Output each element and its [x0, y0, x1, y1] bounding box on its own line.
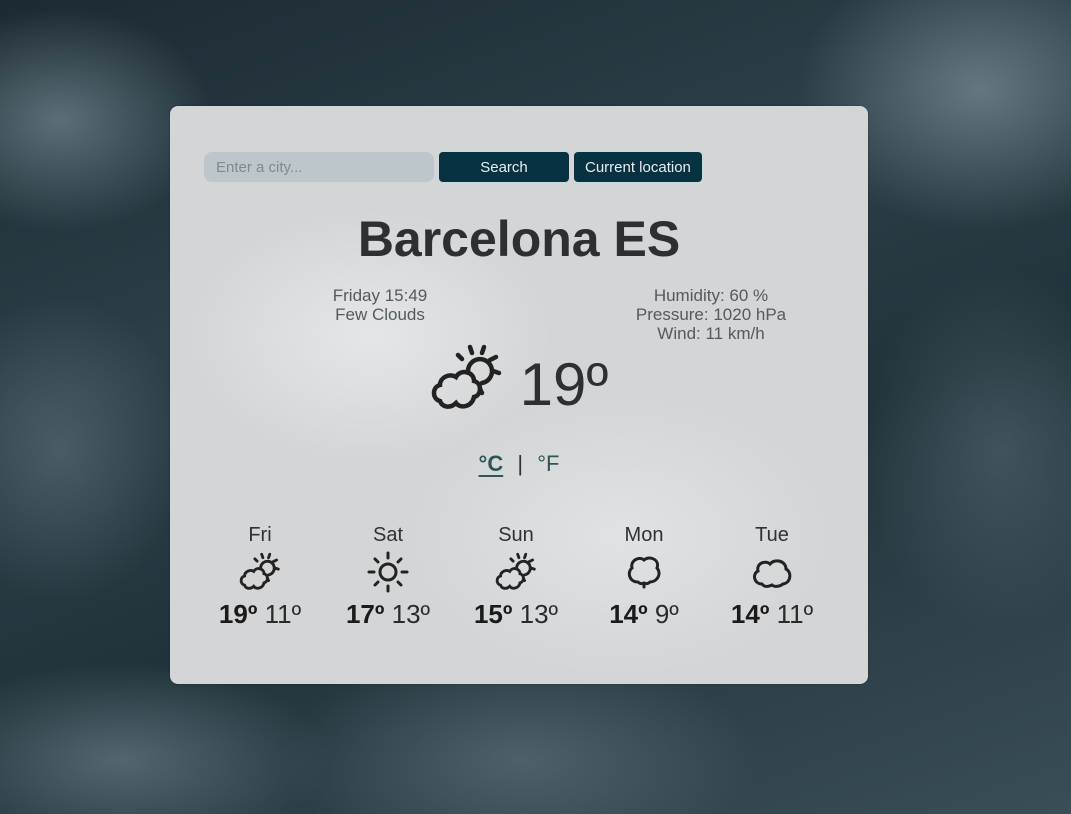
forecast-day-name: Sun [498, 524, 534, 546]
forecast-high: 14º [730, 599, 770, 629]
humidity: Humidity: 60 % [653, 286, 769, 305]
date-time: Friday 15:49 [332, 286, 428, 305]
unit-toggle: °C | °F [170, 451, 868, 477]
partly-cloudy-icon [430, 343, 504, 418]
weather-card: Search Current location Barcelona ES Fri… [170, 106, 868, 684]
forecast-low: 13º [391, 599, 431, 629]
current-location-button[interactable]: Current location [574, 152, 702, 182]
cloud-icon [708, 549, 836, 595]
forecast-day: Mon 14º 9º [580, 524, 708, 630]
forecast-temps: 17º 13º [324, 599, 452, 630]
current-temperature: 19º [519, 351, 609, 418]
forecast-high: 19º [218, 599, 258, 629]
forecast-temps: 14º 9º [580, 599, 708, 630]
city-search-input[interactable] [204, 152, 434, 182]
forecast-low: 9º [654, 599, 679, 629]
forecast-day: Sun 15º 13º [452, 524, 580, 630]
forecast-low: 11º [776, 599, 814, 629]
wind: Wind: 11 km/h [657, 324, 765, 343]
weather-stats: Humidity: 60 % Pressure: 1020 hPa Wind: … [611, 286, 811, 343]
forecast-low: 13º [519, 599, 559, 629]
partly-cloudy-icon [452, 549, 580, 595]
forecast-high: 15º [473, 599, 513, 629]
forecast-high: 17º [345, 599, 385, 629]
current-weather: 19º [170, 342, 868, 419]
cloud-rain-drop-icon [580, 549, 708, 595]
forecast-high: 14º [609, 599, 648, 629]
unit-separator: | [517, 451, 524, 476]
forecast-day: Fri 19º 11º [196, 524, 324, 630]
fahrenheit-link[interactable]: °F [537, 451, 559, 476]
forecast-day: Sat 17º 13º [324, 524, 452, 630]
celsius-link[interactable]: °C [479, 451, 504, 476]
search-button[interactable]: Search [439, 152, 569, 182]
date-description: Friday 15:49 Few Clouds [280, 286, 480, 324]
forecast-day-name: Tue [755, 524, 789, 546]
forecast-day: Tue 14º 11º [708, 524, 836, 630]
forecast-temps: 15º 13º [452, 599, 580, 630]
city-title: Barcelona ES [357, 211, 681, 267]
forecast-day-name: Fri [248, 524, 272, 546]
forecast-low: 11º [264, 599, 302, 629]
partly-cloudy-icon [196, 549, 324, 595]
forecast-temps: 19º 11º [196, 599, 324, 630]
forecast-day-name: Sat [372, 524, 404, 546]
sun-icon [324, 549, 452, 595]
forecast: Fri 19º 11º Sat 17º 13º Sun 15º 13º Mon … [196, 524, 836, 630]
weather-description: Few Clouds [335, 305, 425, 324]
pressure: Pressure: 1020 hPa [635, 305, 787, 324]
forecast-day-name: Mon [624, 524, 664, 546]
search-form: Search Current location [204, 152, 702, 182]
forecast-temps: 14º 11º [708, 599, 836, 630]
